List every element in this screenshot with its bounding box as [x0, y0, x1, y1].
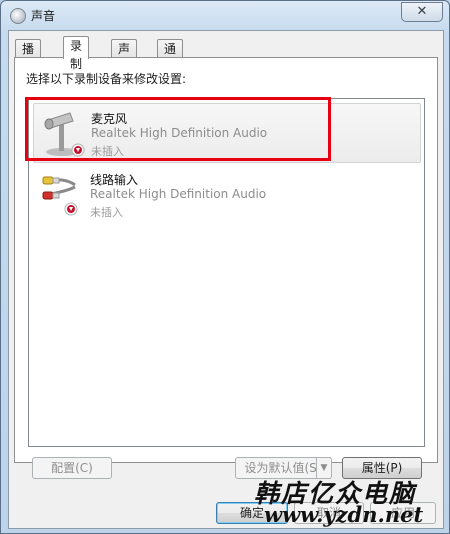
instruction-text: 选择以下录制设备来修改设置:	[26, 72, 187, 86]
device-status: 未插入	[91, 145, 124, 158]
line-in-cable-icon	[42, 176, 78, 216]
microphone-icon	[44, 112, 85, 157]
close-button[interactable]: ✕	[401, 2, 443, 22]
speaker-icon	[10, 8, 26, 24]
device-name: 麦克风	[91, 112, 128, 126]
recording-tab-panel: 选择以下录制设备来修改设置: 麦克风 Realtek High Definiti…	[14, 57, 438, 463]
tab-recording[interactable]: 录制	[63, 36, 90, 71]
watermark-url: www.yzdn.net	[264, 502, 424, 527]
device-driver: Realtek High Definition Audio	[91, 126, 268, 140]
dialog-client-area: 播放 录制 声音 通信 选择以下录制设备来修改设置:	[8, 30, 444, 529]
device-item-line-in[interactable]: 线路输入 Realtek High Definition Audio 未插入	[33, 165, 419, 223]
configure-button[interactable]: 配置(C)	[32, 457, 112, 479]
window-title: 声音	[31, 9, 56, 23]
device-name: 线路输入	[90, 173, 139, 187]
device-status: 未插入	[90, 206, 123, 219]
tab-communications[interactable]: 通信	[157, 39, 184, 74]
recording-device-list[interactable]: 麦克风 Realtek High Definition Audio 未插入 线路…	[28, 98, 425, 447]
device-driver: Realtek High Definition Audio	[90, 187, 267, 201]
tab-sounds[interactable]: 声音	[111, 39, 138, 74]
device-item-microphone[interactable]: 麦克风 Realtek High Definition Audio 未插入	[33, 103, 421, 163]
sound-dialog-window: 声音 ✕ 播放 录制 声音 通信 选择以下录制设备来修改设置:	[0, 0, 450, 534]
tab-playback[interactable]: 播放	[15, 39, 42, 74]
title-bar[interactable]: 声音 ✕	[1, 1, 449, 29]
